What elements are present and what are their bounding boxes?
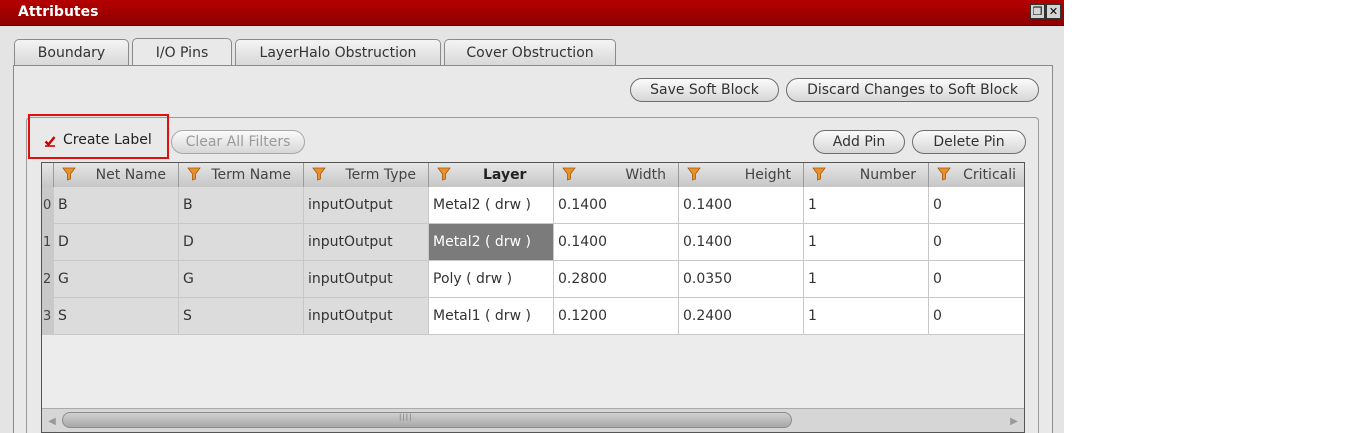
filter-icon: [687, 167, 701, 181]
table-cell-number[interactable]: 1: [804, 224, 929, 261]
table-cell-criticali[interactable]: 0: [929, 224, 1024, 261]
table-cell-net-name[interactable]: B: [54, 187, 179, 224]
column-header-label: Height: [744, 167, 791, 183]
scrollbar-thumb[interactable]: [62, 412, 792, 428]
filter-icon: [187, 167, 201, 181]
table-cell-width[interactable]: 0.2800: [554, 261, 679, 298]
filter-button[interactable]: [687, 167, 701, 181]
row-index[interactable]: 0: [42, 187, 54, 224]
close-icon[interactable]: ✕: [1046, 4, 1061, 19]
table-cell-term-type[interactable]: inputOutput: [304, 261, 429, 298]
table-cell-net-name[interactable]: G: [54, 261, 179, 298]
column-header-term-type[interactable]: Term Type: [304, 163, 429, 187]
filter-button[interactable]: [187, 167, 201, 181]
filter-icon: [437, 167, 451, 181]
tab-io-pins[interactable]: I/O Pins: [132, 38, 232, 66]
column-header-criticali[interactable]: Criticali: [929, 163, 1024, 187]
column-header-label: Number: [859, 167, 916, 183]
clear-all-filters-button[interactable]: Clear All Filters: [171, 130, 305, 154]
column-header-label: Net Name: [95, 167, 166, 183]
column-header-label: Term Type: [345, 167, 416, 183]
filter-button[interactable]: [812, 167, 826, 181]
filter-button[interactable]: [562, 167, 576, 181]
tab-layerhalo-obstruction[interactable]: LayerHalo Obstruction: [235, 39, 441, 65]
table-cell-layer[interactable]: Metal1 ( drw ): [429, 298, 554, 335]
filter-icon: [937, 167, 951, 181]
save-soft-block-button[interactable]: Save Soft Block: [630, 78, 779, 102]
column-header-label: Criticali: [963, 167, 1016, 183]
column-header-label: Layer: [483, 167, 527, 183]
table-cell-width[interactable]: 0.1200: [554, 298, 679, 335]
filter-button[interactable]: [312, 167, 326, 181]
table-cell-width[interactable]: 0.1400: [554, 187, 679, 224]
table-cell-term-name[interactable]: S: [179, 298, 304, 335]
horizontal-scrollbar[interactable]: ◀ |||| ▶: [42, 408, 1024, 432]
add-pin-button[interactable]: Add Pin: [813, 130, 905, 154]
table-cell-height[interactable]: 0.0350: [679, 261, 804, 298]
table-cell-number[interactable]: 1: [804, 298, 929, 335]
table-cell-term-type[interactable]: inputOutput: [304, 187, 429, 224]
scroll-right-icon[interactable]: ▶: [1006, 412, 1022, 430]
table-cell-net-name[interactable]: D: [54, 224, 179, 261]
filter-icon: [562, 167, 576, 181]
header-corner: [42, 163, 54, 187]
column-header-width[interactable]: Width: [554, 163, 679, 187]
scrollbar-grip: ||||: [399, 413, 413, 421]
table-cell-layer[interactable]: Poly ( drw ): [429, 261, 554, 298]
table-cell-term-name[interactable]: B: [179, 187, 304, 224]
filter-button[interactable]: [437, 167, 451, 181]
tab-boundary[interactable]: Boundary: [14, 39, 129, 65]
table-cell-term-name[interactable]: D: [179, 224, 304, 261]
table-cell-criticali[interactable]: 0: [929, 298, 1024, 335]
filter-icon: [312, 167, 326, 181]
column-header-net-name[interactable]: Net Name: [54, 163, 179, 187]
highlight-box: [28, 114, 169, 159]
title-bar: Attributes ❒ ✕: [0, 0, 1064, 26]
window-title: Attributes: [18, 4, 99, 20]
table-cell-layer[interactable]: Metal2 ( drw ): [429, 224, 554, 261]
filter-button[interactable]: [62, 167, 76, 181]
table-cell-term-type[interactable]: inputOutput: [304, 298, 429, 335]
table-cell-term-name[interactable]: G: [179, 261, 304, 298]
table-cell-number[interactable]: 1: [804, 187, 929, 224]
table-cell-height[interactable]: 0.1400: [679, 187, 804, 224]
tab-cover-obstruction[interactable]: Cover Obstruction: [444, 39, 616, 65]
discard-changes-button[interactable]: Discard Changes to Soft Block: [786, 78, 1039, 102]
row-index[interactable]: 3: [42, 298, 54, 335]
column-header-number[interactable]: Number: [804, 163, 929, 187]
column-header-label: Width: [625, 167, 666, 183]
table-cell-number[interactable]: 1: [804, 261, 929, 298]
table-cell-height[interactable]: 0.2400: [679, 298, 804, 335]
column-header-term-name[interactable]: Term Name: [179, 163, 304, 187]
table-cell-width[interactable]: 0.1400: [554, 224, 679, 261]
table-cell-layer[interactable]: Metal2 ( drw ): [429, 187, 554, 224]
attributes-window: Attributes ❒ ✕ Boundary I/O Pins LayerHa…: [0, 0, 1064, 433]
table-cell-net-name[interactable]: S: [54, 298, 179, 335]
table-cell-criticali[interactable]: 0: [929, 261, 1024, 298]
column-header-height[interactable]: Height: [679, 163, 804, 187]
pins-table: Net Name Term Name Term Type Layer Width Heig…: [41, 162, 1025, 433]
row-index[interactable]: 1: [42, 224, 54, 261]
column-header-label: Term Name: [211, 167, 291, 183]
scroll-left-icon[interactable]: ◀: [44, 412, 60, 430]
table-cell-criticali[interactable]: 0: [929, 187, 1024, 224]
filter-button[interactable]: [937, 167, 951, 181]
filter-icon: [62, 167, 76, 181]
table-cell-height[interactable]: 0.1400: [679, 224, 804, 261]
restore-icon[interactable]: ❒: [1030, 4, 1045, 19]
filter-icon: [812, 167, 826, 181]
table-cell-term-type[interactable]: inputOutput: [304, 224, 429, 261]
delete-pin-button[interactable]: Delete Pin: [912, 130, 1026, 154]
column-header-layer[interactable]: Layer: [429, 163, 554, 187]
row-index[interactable]: 2: [42, 261, 54, 298]
